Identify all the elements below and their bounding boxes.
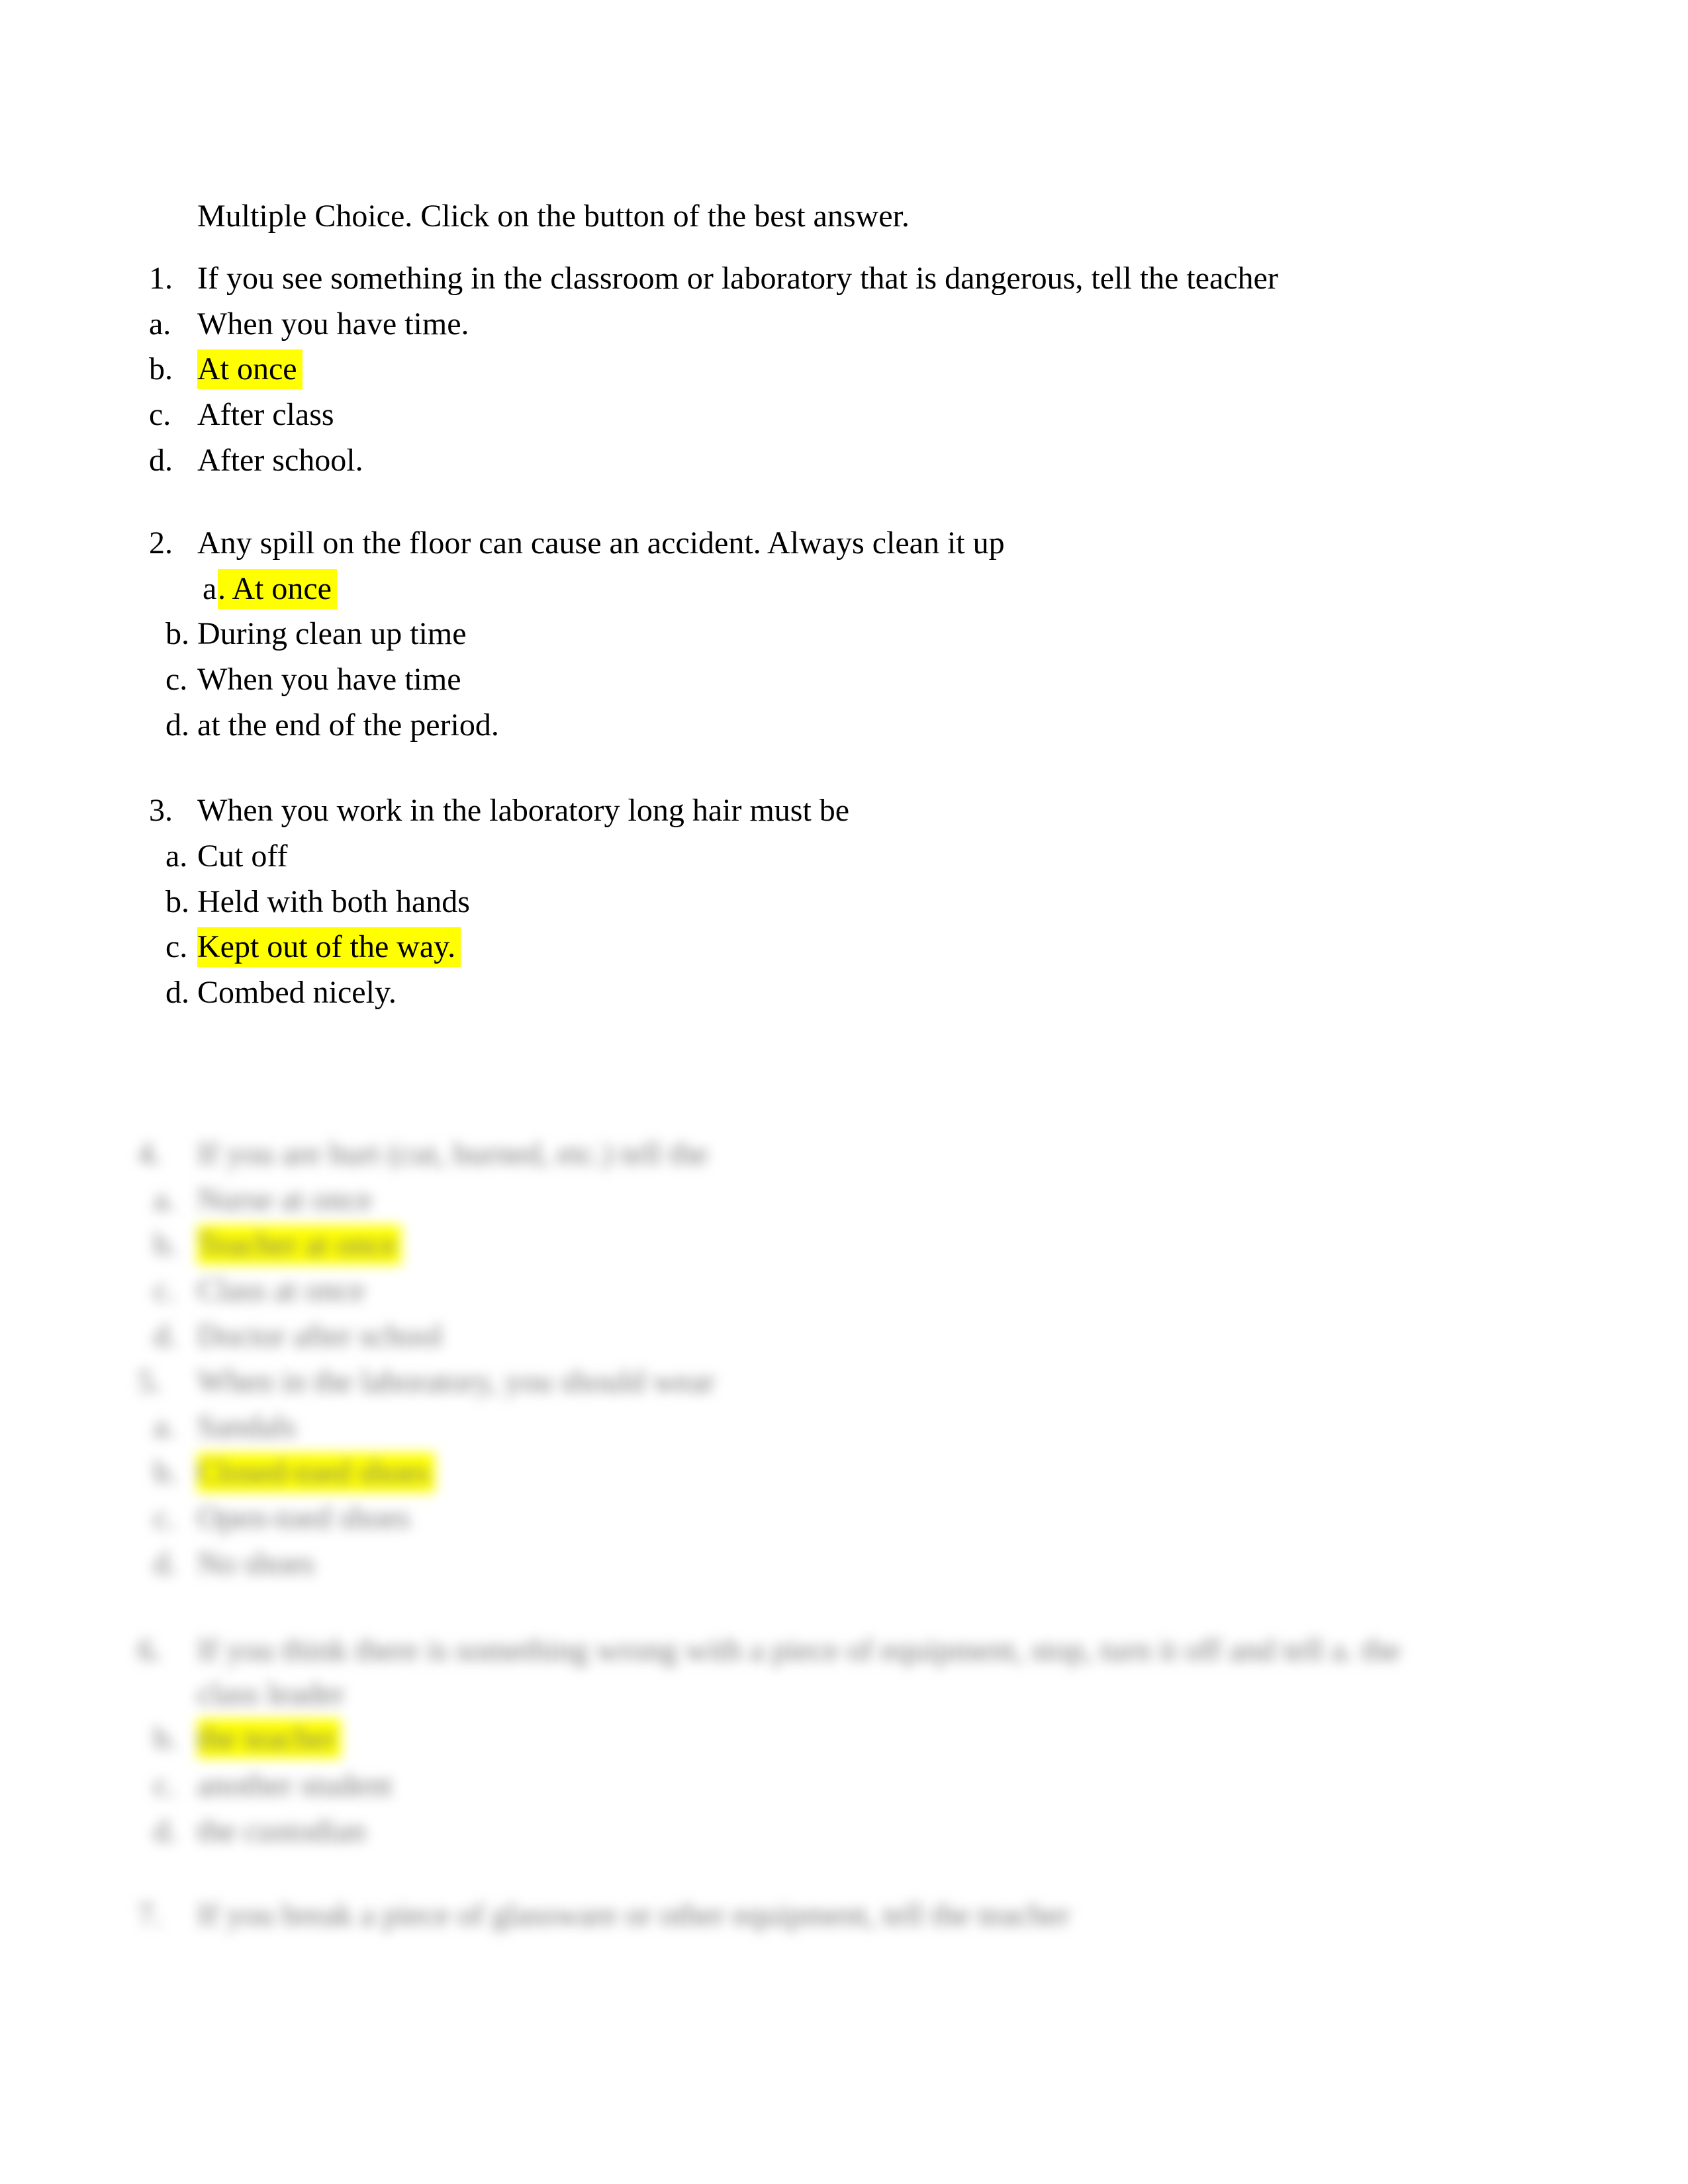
question-text: If you think there is something wrong wi… [197, 1633, 1401, 1668]
option-label: d. [154, 1546, 177, 1581]
question-text: If you break a piece of glassware or oth… [197, 1897, 1070, 1933]
option-label: b. [154, 1227, 177, 1262]
option-label: d. [154, 1318, 177, 1353]
question-number: 6. [138, 1633, 162, 1668]
option-label: c. [154, 1273, 176, 1308]
option-label: a. [154, 1182, 176, 1217]
option-a: Nurse at once [197, 1182, 372, 1217]
option-b-highlighted: Closed-toed shoes [197, 1453, 435, 1492]
question-text: If you are hurt (cut, burned, etc.) tell… [197, 1136, 708, 1171]
option-b-highlighted: the teacher [197, 1719, 342, 1758]
option-label: b. [154, 1721, 177, 1756]
option-a: Sandals [197, 1409, 297, 1444]
option-b-highlighted: Teacher at once [197, 1225, 402, 1265]
option-d: No shoes [197, 1546, 315, 1581]
option-c: Open-toed shoes [197, 1500, 410, 1535]
question-number: 4. [138, 1136, 162, 1171]
option-label: a. [154, 1409, 176, 1444]
document-page: Multiple Choice. Click on the button of … [0, 0, 1688, 2184]
option-label: c. [154, 1500, 176, 1535]
blurred-content: 4. If you are hurt (cut, burned, etc.) t… [0, 0, 1688, 2184]
question-number: 7. [138, 1897, 162, 1933]
option-label: b. [154, 1455, 177, 1490]
option-label: d. [154, 1813, 177, 1848]
question-text: When in the laboratory, you should wear [197, 1364, 715, 1399]
question-number: 5. [138, 1364, 162, 1399]
option-d: the custodian [197, 1813, 366, 1848]
option-label: c. [154, 1768, 176, 1803]
option-c: Class at once [197, 1273, 365, 1308]
question-text-continued: class leader [197, 1676, 345, 1711]
option-c: another student [197, 1768, 393, 1803]
option-d: Doctor after school [197, 1318, 443, 1353]
